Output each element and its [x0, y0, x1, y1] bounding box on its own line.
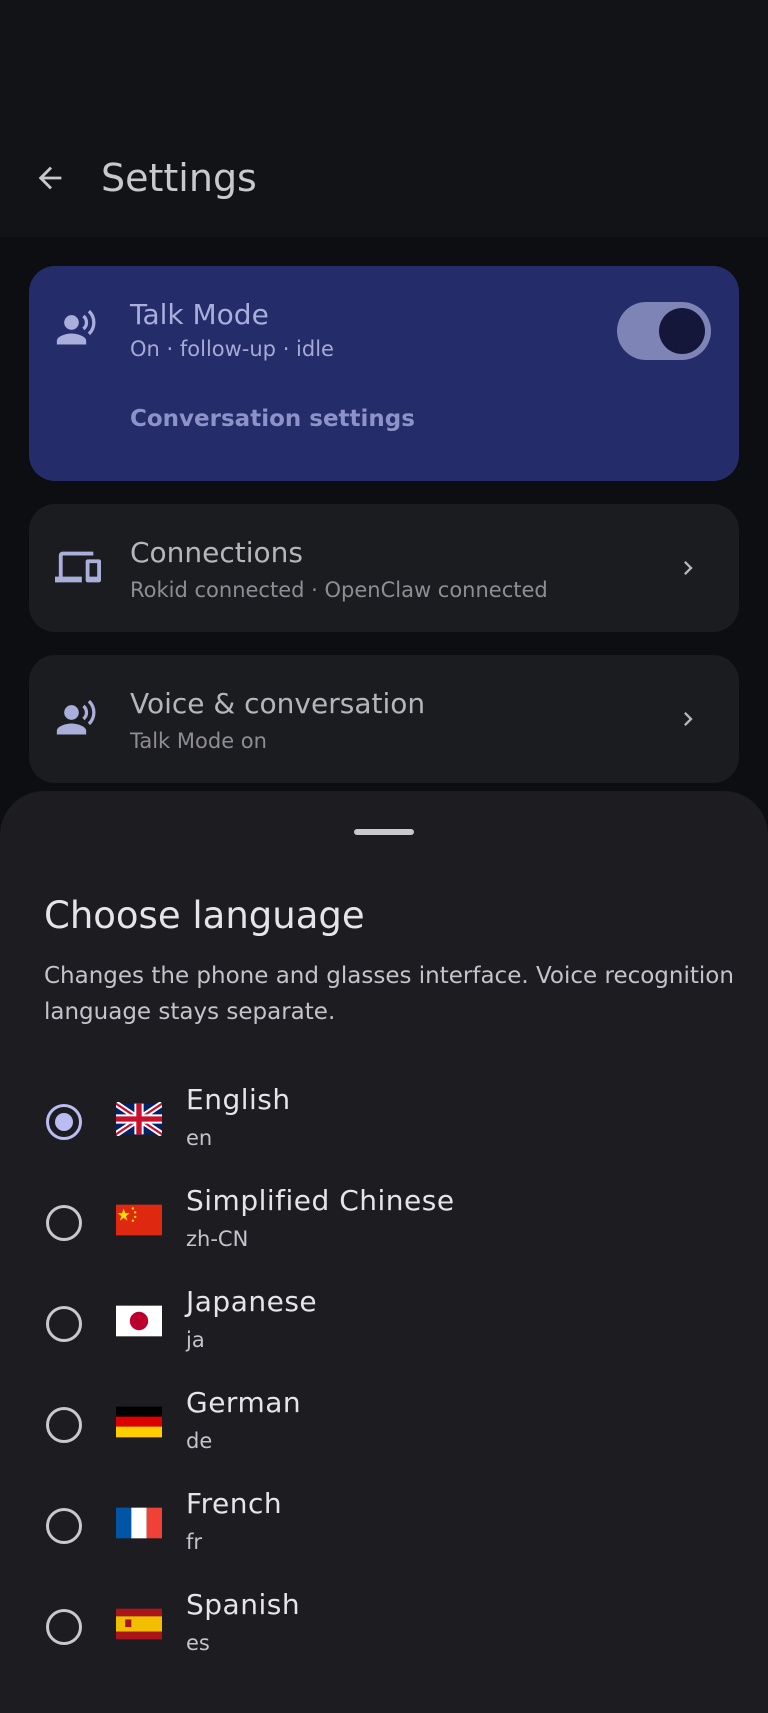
japan-flag-icon: [116, 1305, 162, 1337]
language-name: French: [186, 1487, 283, 1520]
language-code: en: [186, 1126, 213, 1150]
germany-flag-icon: [116, 1406, 162, 1438]
language-name: Spanish: [186, 1588, 301, 1621]
language-option-german[interactable]: German de: [0, 1385, 768, 1475]
connections-status: Rokid connected · OpenClaw connected: [130, 578, 548, 602]
conversation-settings-link[interactable]: Conversation settings: [130, 406, 415, 432]
toggle-thumb: [659, 308, 705, 354]
language-code: ja: [186, 1328, 205, 1352]
language-name: Japanese: [186, 1285, 318, 1318]
page-title: Settings: [101, 156, 257, 200]
language-code: zh-CN: [186, 1227, 249, 1251]
language-option-simplified-chinese[interactable]: Simplified Chinese zh-CN: [0, 1183, 768, 1273]
radio-button[interactable]: [46, 1104, 82, 1140]
language-code: es: [186, 1631, 210, 1655]
talk-mode-toggle[interactable]: [617, 302, 711, 360]
radio-button[interactable]: [46, 1306, 82, 1342]
sheet-description: Changes the phone and glasses interface.…: [44, 963, 734, 1025]
chevron-right-icon: [674, 705, 702, 737]
language-name: German: [186, 1386, 302, 1419]
language-code: de: [186, 1429, 213, 1453]
talk-mode-title: Talk Mode: [130, 298, 269, 331]
france-flag-icon: [116, 1507, 162, 1539]
radio-button[interactable]: [46, 1609, 82, 1645]
connections-title: Connections: [130, 536, 304, 569]
sheet-title: Choose language: [44, 894, 365, 937]
language-option-english[interactable]: English en: [0, 1082, 768, 1172]
sheet-drag-handle[interactable]: [354, 829, 414, 835]
voice-person-icon: [55, 306, 99, 354]
china-flag-icon: [116, 1204, 162, 1236]
language-name: Simplified Chinese: [186, 1184, 455, 1217]
spain-flag-icon: [116, 1608, 162, 1640]
voice-conversation-title: Voice & conversation: [130, 687, 426, 720]
devices-icon: [55, 544, 101, 594]
language-option-french[interactable]: French fr: [0, 1486, 768, 1576]
chevron-right-icon: [674, 554, 702, 586]
voice-conversation-status: Talk Mode on: [130, 729, 267, 753]
language-option-japanese[interactable]: Japanese ja: [0, 1284, 768, 1374]
back-button[interactable]: [28, 156, 72, 200]
language-name: English: [186, 1083, 291, 1116]
talk-mode-status: On · follow-up · idle: [130, 337, 334, 361]
arrow-left-icon: [38, 166, 62, 190]
radio-button[interactable]: [46, 1407, 82, 1443]
radio-button[interactable]: [46, 1508, 82, 1544]
language-option-spanish[interactable]: Spanish es: [0, 1587, 768, 1677]
uk-flag-icon: [116, 1102, 162, 1136]
voice-person-icon: [55, 696, 99, 744]
radio-button[interactable]: [46, 1205, 82, 1241]
language-code: fr: [186, 1530, 203, 1554]
